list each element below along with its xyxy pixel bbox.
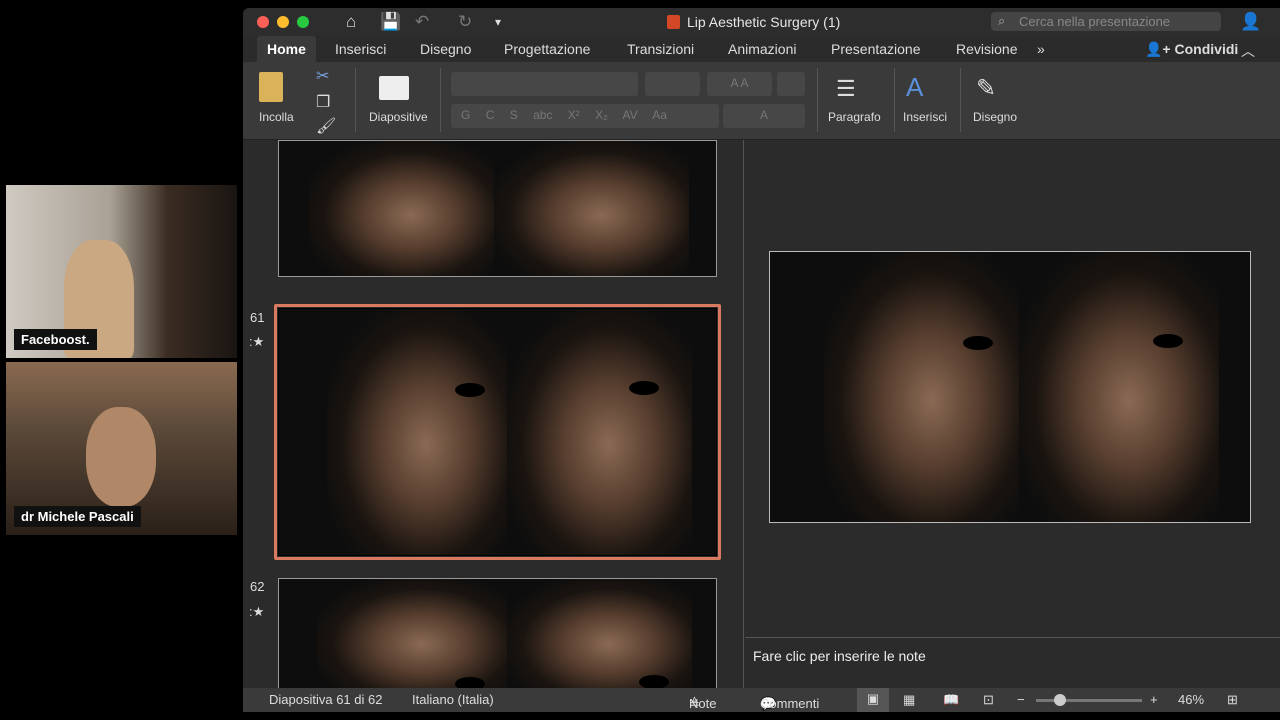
paragraph-icon[interactable]: ☰ bbox=[836, 76, 856, 102]
minimize-button[interactable] bbox=[277, 16, 289, 28]
participant-video bbox=[86, 407, 156, 507]
maximize-button[interactable] bbox=[297, 16, 309, 28]
zoom-level[interactable]: 46% bbox=[1178, 692, 1204, 707]
share-button[interactable]: 👤+ Condividi bbox=[1145, 41, 1238, 58]
slides-label[interactable]: Diapositive bbox=[369, 110, 428, 124]
current-slide[interactable] bbox=[769, 251, 1251, 523]
slide-editor[interactable] bbox=[745, 140, 1280, 637]
notes-placeholder[interactable]: Fare clic per inserire le note bbox=[753, 648, 926, 664]
format-buttons[interactable]: G C S abc X² X₂ AV Aa bbox=[451, 104, 719, 128]
comments-label: Commenti bbox=[760, 696, 820, 711]
tab-presentazione[interactable]: Presentazione bbox=[831, 41, 921, 57]
normal-view-icon[interactable]: ▣ bbox=[857, 688, 889, 712]
tab-inserisci[interactable]: Inserisci bbox=[335, 41, 386, 57]
paste-label[interactable]: Incolla bbox=[259, 110, 294, 124]
highlight-color-button[interactable]: A bbox=[723, 104, 805, 128]
tab-revisione[interactable]: Revisione bbox=[956, 41, 1017, 57]
slide-thumbnail-62[interactable] bbox=[278, 578, 717, 698]
slide-number: 61 bbox=[250, 310, 265, 325]
search-placeholder: Cerca nella presentazione bbox=[1019, 14, 1171, 29]
zoom-slider-knob[interactable] bbox=[1054, 694, 1066, 706]
underline-button[interactable]: S bbox=[510, 108, 518, 122]
clear-format-icon[interactable] bbox=[777, 72, 805, 96]
font-size-buttons[interactable]: A A bbox=[707, 72, 772, 96]
slideshow-icon[interactable]: ⊡ bbox=[983, 692, 994, 708]
language[interactable]: Italiano (Italia) bbox=[412, 692, 494, 707]
font-color-button[interactable]: A bbox=[760, 108, 768, 122]
ribbon: Incolla ✂ ❐ 🖌 Diapositive A A G C S abc … bbox=[243, 62, 1280, 140]
insert-label[interactable]: Inserisci bbox=[903, 110, 947, 124]
share-label: Condividi bbox=[1174, 41, 1239, 57]
search-icon: ⌕ bbox=[998, 13, 1006, 28]
new-slide-icon[interactable] bbox=[379, 76, 409, 100]
draw-label[interactable]: Disegno bbox=[973, 110, 1017, 124]
reading-view-icon[interactable]: 📖 bbox=[943, 692, 959, 708]
change-case-button[interactable]: Aa bbox=[652, 108, 667, 122]
close-button[interactable] bbox=[257, 16, 269, 28]
bold-button[interactable]: G bbox=[461, 108, 470, 122]
format-painter-icon[interactable]: 🖌 bbox=[316, 116, 336, 136]
add-person-icon: 👤+ bbox=[1145, 41, 1175, 57]
tab-animazioni[interactable]: Animazioni bbox=[728, 41, 796, 57]
search-input[interactable]: ⌕ Cerca nella presentazione bbox=[991, 12, 1221, 31]
superscript-button[interactable]: X² bbox=[568, 108, 580, 122]
window-title: Lip Aesthetic Surgery (1) bbox=[687, 14, 841, 30]
slide-info: Diapositiva 61 di 62 bbox=[269, 692, 383, 707]
status-bar: Diapositiva 61 di 62 Italiano (Italia) ≜… bbox=[243, 688, 1280, 712]
font-family-select[interactable] bbox=[451, 72, 638, 96]
redo-icon[interactable]: ↻ bbox=[458, 12, 472, 32]
paragraph-label[interactable]: Paragrafo bbox=[828, 110, 881, 124]
save-icon[interactable]: 💾 bbox=[380, 12, 401, 32]
draw-icon[interactable]: ✎ bbox=[976, 74, 996, 103]
tab-progettazione[interactable]: Progettazione bbox=[504, 41, 590, 57]
zoom-slider[interactable] bbox=[1036, 699, 1142, 702]
participant-name: dr Michele Pascali bbox=[14, 506, 141, 527]
video-tile-pascali: dr Michele Pascali bbox=[6, 362, 237, 535]
customize-toolbar-icon[interactable]: ▾ bbox=[495, 15, 501, 29]
tab-disegno[interactable]: Disegno bbox=[420, 41, 471, 57]
tab-transizioni[interactable]: Transizioni bbox=[627, 41, 694, 57]
ribbon-tabs: Home Inserisci Disegno Progettazione Tra… bbox=[243, 36, 1280, 62]
powerpoint-icon bbox=[667, 15, 680, 29]
zoom-out-button[interactable]: − bbox=[1017, 692, 1025, 707]
fit-to-window-icon[interactable]: ⊞ bbox=[1227, 692, 1238, 708]
collapse-ribbon-icon[interactable]: ︿ bbox=[1241, 41, 1255, 61]
home-icon[interactable]: ⌂ bbox=[346, 12, 356, 32]
slide-number: 62 bbox=[250, 579, 265, 594]
font-size-select[interactable] bbox=[645, 72, 700, 96]
powerpoint-window: ⌂ 💾 ↶ ↻ ▾ Lip Aesthetic Surgery (1) ⌕ Cer… bbox=[243, 8, 1280, 712]
char-spacing-button[interactable]: AV bbox=[622, 108, 637, 122]
subscript-button[interactable]: X₂ bbox=[595, 108, 608, 122]
cut-icon[interactable]: ✂ bbox=[316, 66, 329, 86]
slide-thumbnail-61[interactable] bbox=[278, 308, 717, 556]
undo-icon[interactable]: ↶ bbox=[415, 12, 429, 32]
insert-shapes-icon[interactable]: A bbox=[906, 72, 923, 103]
title-bar: ⌂ 💾 ↶ ↻ ▾ Lip Aesthetic Surgery (1) ⌕ Cer… bbox=[243, 8, 1280, 36]
zoom-in-button[interactable]: + bbox=[1150, 692, 1158, 707]
tab-home[interactable]: Home bbox=[257, 36, 316, 62]
slide-sorter-icon[interactable]: ▦ bbox=[903, 692, 915, 708]
animation-star-icon: :★ bbox=[249, 604, 265, 619]
animation-star-icon: :★ bbox=[249, 334, 265, 349]
strikethrough-button[interactable]: abc bbox=[533, 108, 552, 122]
copy-icon[interactable]: ❐ bbox=[316, 92, 330, 112]
video-tile-faceboost: Faceboost. bbox=[6, 185, 237, 358]
participant-name: Faceboost. bbox=[14, 329, 97, 350]
more-tabs-icon[interactable]: » bbox=[1037, 41, 1045, 57]
paste-icon[interactable] bbox=[259, 72, 283, 102]
slide-thumbnails-pane[interactable]: 61 :★ 62 :★ bbox=[243, 140, 744, 698]
italic-button[interactable]: C bbox=[486, 108, 495, 122]
account-icon[interactable]: 👤 bbox=[1240, 12, 1261, 32]
notes-label: Note bbox=[689, 696, 717, 711]
slide-thumbnail-60[interactable] bbox=[278, 140, 717, 277]
notes-pane[interactable]: Fare clic per inserire le note bbox=[745, 637, 1280, 688]
